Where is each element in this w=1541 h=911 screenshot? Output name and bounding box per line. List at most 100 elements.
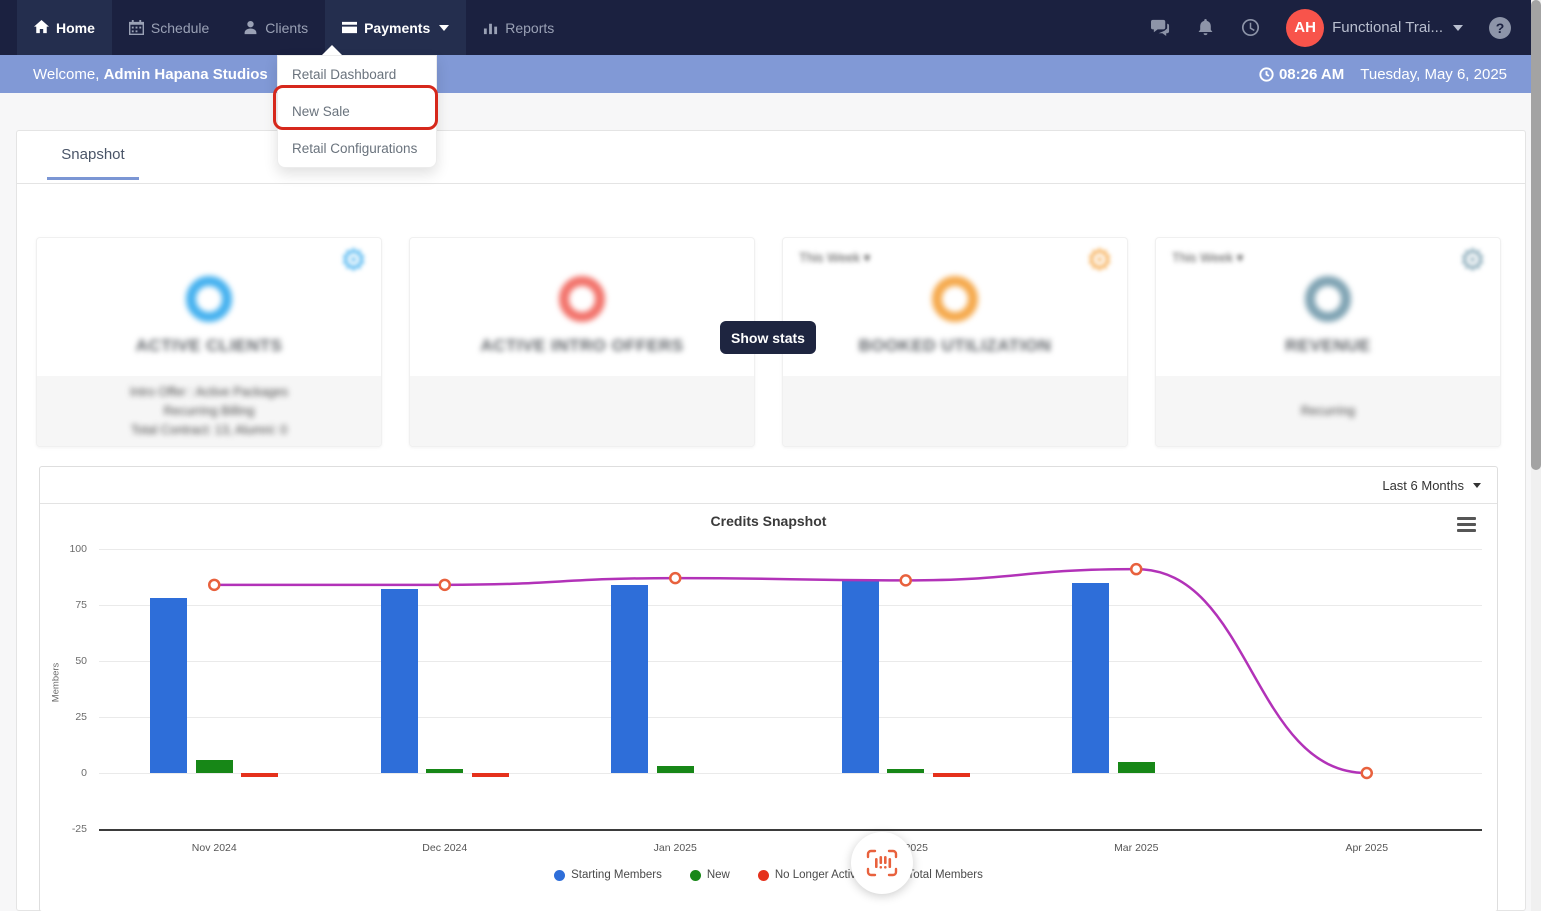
total-members-line xyxy=(208,562,1373,780)
x-axis-label: Apr 2025 xyxy=(1345,842,1389,854)
nav-item-home[interactable]: Home xyxy=(17,0,112,55)
gridline xyxy=(99,605,1482,606)
period-label: This Week xyxy=(1172,250,1234,265)
chevron-down-icon xyxy=(439,24,450,31)
help-icon[interactable]: ? xyxy=(1489,16,1511,39)
period-select[interactable]: This Week ▾ xyxy=(1172,250,1243,266)
card-content: ACTIVE INTRO OFFERS xyxy=(410,276,754,356)
y-axis-tick: 50 xyxy=(75,655,87,667)
history-clock-icon[interactable] xyxy=(1241,18,1260,37)
footer-line: Total Contract: 13, Alumni: 0 xyxy=(130,422,288,437)
gridline xyxy=(99,661,1482,662)
legend-item-new[interactable]: New xyxy=(689,869,730,881)
bar-starting-members xyxy=(380,589,418,773)
card-content: REVENUE xyxy=(1156,276,1500,356)
tab-snapshot[interactable]: Snapshot xyxy=(47,146,139,180)
show-stats-button[interactable]: Show stats xyxy=(720,321,816,354)
reports-icon xyxy=(484,23,498,35)
donut-indicator xyxy=(932,276,978,322)
dashboard-page: Home Schedule Clients Payments Reports A… xyxy=(0,0,1541,911)
menu-item-new-sale[interactable]: New Sale xyxy=(278,93,436,130)
card-footer: Recurring xyxy=(1156,376,1500,446)
gear-icon[interactable]: ⚙ xyxy=(340,246,367,276)
legend-label: No Longer Active xyxy=(774,869,863,881)
bar-starting-members xyxy=(841,580,879,773)
legend-item-starting-members[interactable]: Starting Members xyxy=(554,869,662,881)
current-date: Tuesday, May 6, 2025 xyxy=(1360,65,1507,83)
bar-starting-members xyxy=(150,598,188,773)
tabs-row: Snapshot xyxy=(17,131,1525,184)
welcome-message: Welcome, Admin Hapana Studios xyxy=(33,66,268,83)
line-marker xyxy=(899,574,912,587)
footer-line: Intro Offer : Active Packages xyxy=(129,384,289,399)
avatar: AH xyxy=(1286,8,1325,47)
calendar-icon xyxy=(128,20,144,35)
welcome-bar: Welcome, Admin Hapana Studios 08:26 AM T… xyxy=(0,55,1541,93)
chart-plot-area: Members 100 75 50 25 0 -25 Nov 2024 Dec 2024 Jan… xyxy=(40,467,1497,911)
legend-label: Starting Members xyxy=(571,869,662,881)
nav-item-reports[interactable]: Reports xyxy=(466,0,571,55)
nav-item-schedule[interactable]: Schedule xyxy=(112,0,226,55)
barcode-scan-fab[interactable] xyxy=(851,832,913,894)
line-marker xyxy=(208,578,221,592)
donut-indicator xyxy=(1305,276,1351,322)
bar-new xyxy=(426,768,464,773)
nav-item-label: Home xyxy=(56,19,95,36)
top-navbar: Home Schedule Clients Payments Reports A… xyxy=(0,0,1541,55)
menu-item-retail-configurations[interactable]: Retail Configurations xyxy=(278,130,436,167)
card-title: REVENUE xyxy=(1285,336,1371,355)
nav-utilities: AH Functional Trai... ? xyxy=(1151,0,1541,55)
nav-item-label: Reports xyxy=(505,19,555,36)
chevron-down-icon xyxy=(1453,24,1463,31)
legend-marker xyxy=(757,869,769,881)
bar-new xyxy=(656,766,694,773)
footer-line: Recurring xyxy=(1300,403,1356,418)
payments-icon xyxy=(342,21,358,34)
datetime-display: 08:26 AM Tuesday, May 6, 2025 xyxy=(1259,66,1507,83)
time-text: 08:26 AM xyxy=(1278,65,1345,83)
legend-item-no-longer-active[interactable]: No Longer Active xyxy=(757,869,863,881)
period-select[interactable]: This Week ▾ xyxy=(799,250,870,266)
legend-label: Total Members xyxy=(907,869,983,881)
bar-no-longer-active xyxy=(471,773,509,778)
line-marker xyxy=(438,578,451,592)
card-content: BOOKED UTILIZATION xyxy=(783,276,1127,356)
line-marker xyxy=(1130,562,1143,576)
notifications-bell-icon[interactable] xyxy=(1196,18,1215,37)
line-marker xyxy=(669,571,682,585)
x-axis-label: Jan 2025 xyxy=(653,842,697,854)
nav-item-label: Payments xyxy=(364,19,431,36)
current-time: 08:26 AM xyxy=(1259,66,1344,83)
card-footer: Intro Offer : Active Packages Recurring … xyxy=(37,376,381,446)
scrollbar-track[interactable] xyxy=(1531,0,1541,911)
card-title: ACTIVE INTRO OFFERS xyxy=(480,336,684,355)
y-axis-tick: 25 xyxy=(75,711,87,723)
nav-item-label: Schedule xyxy=(150,19,210,36)
card-title: ACTIVE CLIENTS xyxy=(135,336,283,355)
clients-icon xyxy=(244,20,257,35)
barcode-scan-icon xyxy=(866,849,898,877)
messages-icon[interactable] xyxy=(1151,18,1170,37)
menu-item-retail-dashboard[interactable]: Retail Dashboard xyxy=(278,56,436,93)
bar-no-longer-active xyxy=(932,773,970,778)
gridline xyxy=(99,829,1482,831)
card-content: ACTIVE CLIENTS xyxy=(37,276,381,356)
gridline xyxy=(99,773,1482,774)
y-axis-tick: 0 xyxy=(81,767,87,779)
scrollbar-thumb[interactable] xyxy=(1531,0,1541,470)
y-axis-tick: 75 xyxy=(75,599,87,611)
gear-icon[interactable]: ⚙ xyxy=(1086,246,1113,276)
nav-item-payments[interactable]: Payments xyxy=(325,0,467,55)
stat-card-booked-utilization: This Week ▾ ⚙ BOOKED UTILIZATION xyxy=(782,237,1128,447)
stat-card-active-intro-offers: ACTIVE INTRO OFFERS xyxy=(409,237,755,447)
x-axis-label: Mar 2025 xyxy=(1114,842,1159,854)
donut-indicator xyxy=(559,276,605,322)
nav-menu: Home Schedule Clients Payments Reports xyxy=(17,0,571,55)
gear-icon[interactable]: ⚙ xyxy=(1459,246,1486,276)
nav-item-clients[interactable]: Clients xyxy=(226,0,325,55)
bar-new xyxy=(887,768,925,773)
bar-new xyxy=(195,759,233,773)
nav-item-label: Clients xyxy=(265,19,309,36)
bar-new xyxy=(1117,761,1155,773)
account-menu[interactable]: AH Functional Trai... xyxy=(1286,8,1463,47)
